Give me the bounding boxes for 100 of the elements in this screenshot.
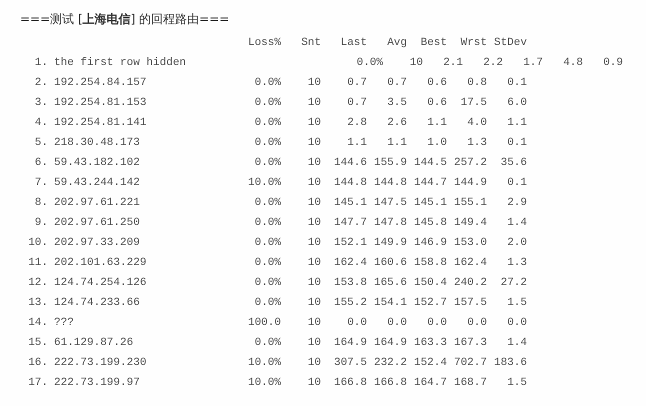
table-cell-text: 0.7 [346,76,367,91]
table-cell-text: 164.9 [372,336,407,351]
table-cell-text: 0.0% [254,76,281,91]
host-name: 192.254.81.153 [53,96,148,111]
table-cell-text: 0.0 [506,316,527,331]
table-cell-text: 1.1 [346,136,367,151]
table-cell-text: 150.4 [412,276,447,291]
table-cell-text: 10 [306,236,321,251]
table-cell-text: 0.0 [466,316,487,331]
row-number: 1. [34,56,48,71]
table-cell-text: 1.4 [506,216,527,231]
host-name: 222.73.199.97 [53,376,141,391]
table-cell-text: 166.8 [372,376,407,391]
table-cell-text: 2.6 [386,116,407,131]
host-name: 222.73.199.230 [53,356,148,371]
table-cell-text: 162.4 [452,256,487,271]
table-cell-text: 0.7 [386,76,407,91]
table-cell-text: 1.1 [426,116,447,131]
table-cell-text: 0.0% [254,116,281,131]
table-cell-text: 0.1 [506,176,527,191]
table-cell-text: 144.9 [452,176,487,191]
host-name: 124.74.254.126 [53,276,148,291]
table-cell-text: 153.0 [452,236,487,251]
table-cell-text: 2.9 [506,196,527,211]
host-name: 202.97.61.250 [53,216,141,231]
table-cell-text: 149.9 [372,236,407,251]
table-cell-text: 10 [306,116,321,131]
host-name: 59.43.182.102 [53,156,141,171]
row-number: 17. [27,376,48,391]
table-cell-text: 10 [306,136,321,151]
row-number: 7. [34,176,48,191]
row-number: 2. [34,76,48,91]
page-title: ===测试 [上海电信] 的回程路由=== [19,11,230,28]
host-name: 202.97.33.209 [53,236,141,251]
table-cell-text: 152.7 [412,296,447,311]
table-cell-text: 10 [306,156,321,171]
table-cell-text: 166.8 [332,376,367,391]
table-cell-text: 10.0% [246,376,281,391]
table-cell-text: 1.5 [506,376,527,391]
table-cell-text: 1.3 [506,256,527,271]
column-header: Wrst [460,36,487,51]
table-cell-text: 157.5 [452,296,487,311]
table-cell-text: 10 [306,376,321,391]
table-cell-text: 0.1 [506,136,527,151]
table-cell-text: 702.7 [452,356,487,371]
table-cell-text: 154.1 [372,296,407,311]
table-cell-text: 2.8 [346,116,367,131]
table-cell-text: 257.2 [452,156,487,171]
table-cell-text: 10 [306,96,321,111]
table-cell-text: 1.1 [506,116,527,131]
table-cell-text: 1.7 [522,56,543,71]
table-cell-text: 145.8 [412,216,447,231]
table-cell-text: 145.1 [412,196,447,211]
table-cell-text: 144.7 [412,176,447,191]
table-cell-text: 0.1 [506,76,527,91]
table-cell-text: 0.0 [386,316,407,331]
host-name: 202.101.63.229 [53,256,148,271]
table-cell-text: 240.2 [452,276,487,291]
table-cell-text: 155.9 [372,156,407,171]
table-cell-text: 1.3 [466,136,487,151]
table-cell-text: 1.4 [506,336,527,351]
column-header: StDev [492,36,527,51]
host-name: 61.129.87.26 [53,336,134,351]
host-name: the first row hidden [53,56,188,71]
table-cell-text: 167.3 [452,336,487,351]
table-cell-text: 10 [306,276,321,291]
host-name: 124.74.233.66 [53,296,141,311]
table-cell-text: 2.2 [482,56,503,71]
table-cell-text: 2.1 [442,56,463,71]
table-cell-text: 0.8 [466,76,487,91]
table-cell-text: 0.9 [602,56,623,71]
table-cell-text: 163.3 [412,336,447,351]
table-cell-text: 152.4 [412,356,447,371]
table-cell-text: 0.0 [426,316,447,331]
table-cell-text: 0.7 [346,96,367,111]
table-cell-text: 164.9 [332,336,367,351]
table-cell-text: 160.6 [372,256,407,271]
table-cell-text: 158.8 [412,256,447,271]
table-cell-text: 144.5 [412,156,447,171]
table-cell-text: 0.0% [254,156,281,171]
host-name: ??? [53,316,75,331]
table-cell-text: 0.0% [254,216,281,231]
table-cell-text: 168.7 [452,376,487,391]
table-cell-text: 147.8 [372,216,407,231]
table-cell-text: 10 [408,56,423,71]
table-cell-text: 10 [306,196,321,211]
table-cell-text: 144.6 [332,156,367,171]
table-cell-text: 10.0% [246,176,281,191]
table-cell-text: 27.2 [500,276,527,291]
table-cell-text: 10 [306,176,321,191]
host-name: 192.254.81.141 [53,116,148,131]
table-cell-text: 307.5 [332,356,367,371]
table-cell-text: 0.0% [254,136,281,151]
table-cell-text: 149.4 [452,216,487,231]
table-cell-text: 10 [306,296,321,311]
table-cell-text: 144.8 [332,176,367,191]
table-cell-text: 0.6 [426,76,447,91]
table-cell-text: 155.2 [332,296,367,311]
table-cell-text: 0.0% [356,56,383,71]
table-cell-text: 153.8 [332,276,367,291]
